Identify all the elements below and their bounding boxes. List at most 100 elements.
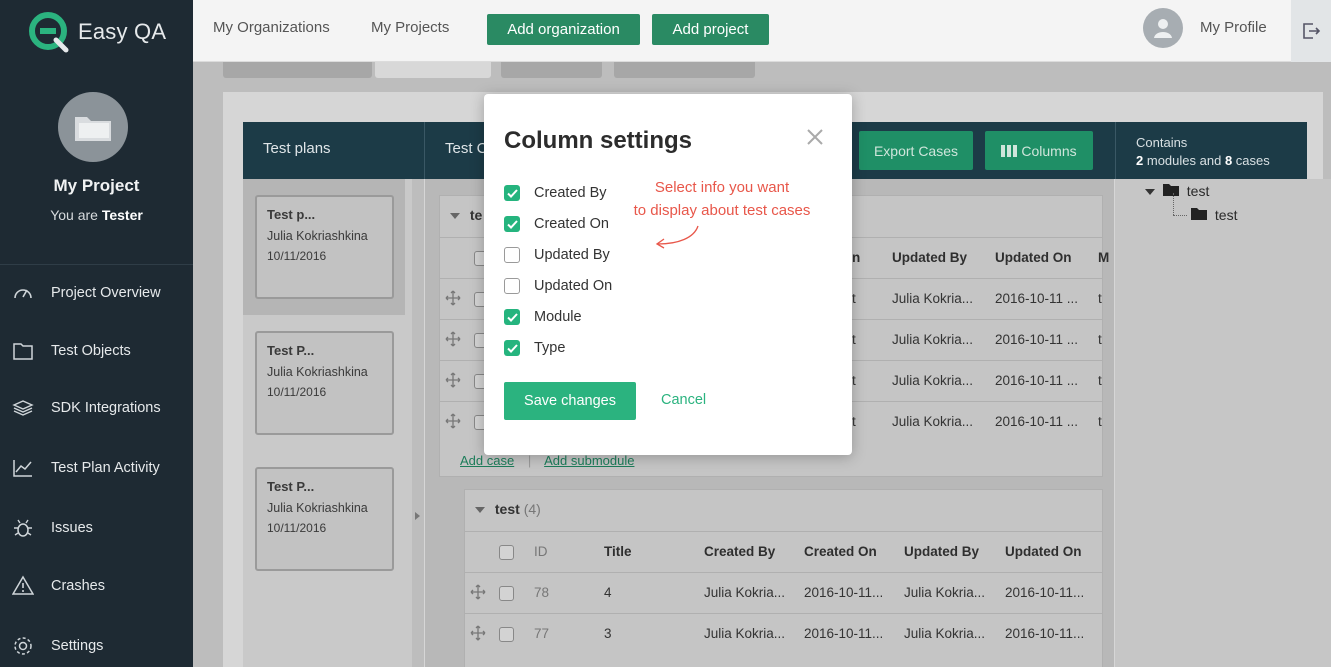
logout-button[interactable] [1291,0,1331,62]
add-submodule-link[interactable]: Add submodule [544,453,634,468]
plan-author: Julia Kokriashkina [267,365,368,379]
drag-handle-icon[interactable] [445,413,461,429]
module-title[interactable]: test (4) [475,501,541,517]
sidebar-item-label: Issues [51,520,93,536]
option-label: Created By [534,185,607,201]
project-avatar [58,92,128,162]
table-cell: Julia Kokria... [892,332,974,347]
table-cell: 2016-10-11 ... [995,373,1079,388]
sidebar-item-test-objects[interactable]: Test Objects [0,331,193,371]
sidebar-item-project-overview[interactable]: Project Overview [0,273,193,313]
chevron-right-icon [415,512,420,520]
column-header[interactable]: Updated On [1005,544,1082,559]
modules-count: 2 [1136,153,1144,168]
table-cell: t [1098,414,1102,429]
add-case-link[interactable]: Add case [460,453,514,468]
tab-test-plans[interactable] [375,62,491,78]
checkbox-unchecked[interactable] [504,247,520,263]
my-projects-link[interactable]: My Projects [371,19,449,36]
column-header[interactable]: Title [604,544,632,559]
column-header[interactable]: M [1098,250,1109,265]
hint-annotation: Select info you want to display about te… [622,176,822,222]
tab-test-modules[interactable] [223,62,372,78]
option-type[interactable]: Type [504,338,565,358]
tree-node-label: test [1186,183,1210,199]
add-project-button[interactable]: Add project [652,14,769,45]
drag-handle-icon[interactable] [445,372,461,388]
column-header[interactable]: ID [534,544,548,559]
row-checkbox[interactable] [499,627,514,642]
column-header[interactable]: Updated By [892,250,967,265]
option-module[interactable]: Module [504,307,582,327]
table-cell: 2016-10-11... [804,585,884,600]
test-plans-list: Test p... Julia Kokriashkina 10/11/2016 … [243,179,424,667]
test-plan-card[interactable]: Test p... Julia Kokriashkina 10/11/2016 [255,195,394,299]
tree-node-root[interactable]: test [1145,183,1209,199]
test-plan-card[interactable]: Test P... Julia Kokriashkina 10/11/2016 [255,467,394,571]
option-updated-on[interactable]: Updated On [504,276,612,296]
row-checkbox[interactable] [499,586,514,601]
close-icon[interactable] [804,126,826,148]
sidebar-item-test-plan-activity[interactable]: Test Plan Activity [0,448,193,488]
cancel-button[interactable]: Cancel [661,392,706,408]
table-cell: t [852,373,856,388]
column-header[interactable]: Created On [804,544,877,559]
user-icon [1154,19,1172,38]
plan-author: Julia Kokriashkina [267,501,368,515]
my-profile-link[interactable]: My Profile [1200,19,1267,36]
option-updated-by[interactable]: Updated By [504,245,610,265]
sidebar-item-issues[interactable]: Issues [0,508,193,548]
contains-label: Contains [1136,135,1188,150]
tab-test-reports[interactable] [614,62,755,78]
sidebar-item-sdk-integrations[interactable]: SDK Integrations [0,388,193,428]
project-role: You are Tester [0,207,193,223]
modal-title: Column settings [504,127,693,154]
tree-connector [1173,215,1187,216]
option-created-on[interactable]: Created On [504,214,609,234]
module-actions: Add case | Add submodule [460,453,635,468]
drag-handle-icon[interactable] [445,290,461,306]
add-organization-button[interactable]: Add organization [487,14,640,45]
sidebar-item-crashes[interactable]: Crashes [0,566,193,606]
caret-down-icon [450,213,460,219]
tree-node-label: test [1214,207,1238,223]
checkbox-checked[interactable] [504,185,520,201]
checkbox-checked[interactable] [504,309,520,325]
checkbox-unchecked[interactable] [504,278,520,294]
option-label: Type [534,340,566,356]
drag-handle-icon[interactable] [470,584,486,600]
option-created-by[interactable]: Created By [504,183,607,203]
drag-handle-icon[interactable] [445,331,461,347]
header-separator [424,122,425,179]
checkbox-checked[interactable] [504,216,520,232]
checkbox-checked[interactable] [504,340,520,356]
app-logo[interactable]: Easy QA [28,10,166,54]
tree-node-child[interactable]: test [1191,207,1237,223]
column-header[interactable]: Updated By [904,544,979,559]
table-cell: 2016-10-11 ... [995,414,1079,429]
table-cell: 4 [604,585,612,600]
table-cell: 77 [534,626,550,641]
collapse-handle[interactable] [412,179,424,667]
table-cell: Julia Kokria... [904,626,986,641]
tab-test-run[interactable] [501,62,602,78]
select-all-checkbox[interactable] [499,545,514,560]
column-header[interactable]: Created By [704,544,775,559]
sidebar-item-label: Test Plan Activity [51,460,160,476]
save-changes-button[interactable]: Save changes [504,382,636,420]
sidebar-item-settings[interactable]: Settings [0,626,193,666]
table-row[interactable]: 78 4 Julia Kokria... 2016-10-11... Julia… [465,572,1102,613]
table-row[interactable]: 77 3 Julia Kokria... 2016-10-11... Julia… [465,613,1102,654]
profile-avatar[interactable] [1143,8,1183,48]
cases-count: 8 [1224,153,1233,168]
module-title[interactable]: te [450,207,482,223]
test-plan-card[interactable]: Test P... Julia Kokriashkina 10/11/2016 [255,331,394,435]
my-organizations-link[interactable]: My Organizations [213,19,330,36]
column-header[interactable]: n [852,250,860,265]
top-navigation-bar: My Organizations My Projects Add organiz… [193,0,1331,62]
columns-button[interactable]: Columns [985,131,1093,170]
export-cases-button[interactable]: Export Cases [859,131,973,170]
column-header[interactable]: Updated On [995,250,1072,265]
sidebar-item-label: Crashes [51,578,105,594]
drag-handle-icon[interactable] [470,625,486,641]
